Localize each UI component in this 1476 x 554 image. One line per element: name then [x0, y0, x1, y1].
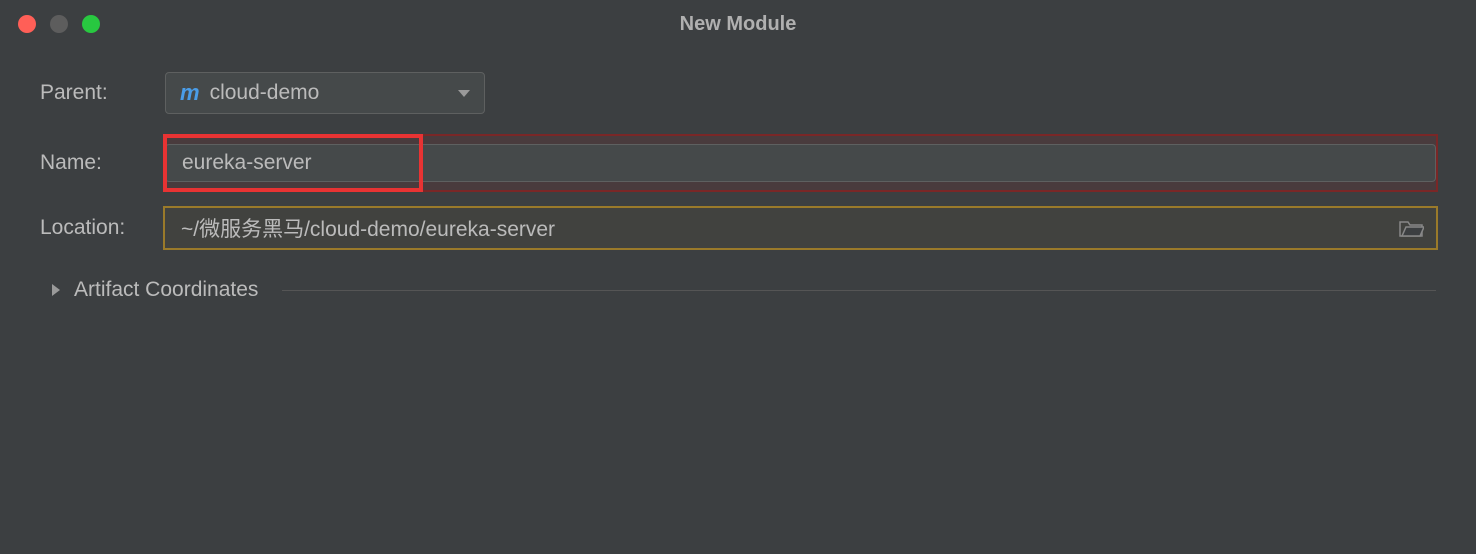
location-row: Location:: [40, 212, 1436, 244]
name-input[interactable]: [165, 144, 1436, 182]
parent-row: Parent: m cloud-demo: [40, 72, 1436, 114]
location-label: Location:: [40, 216, 165, 240]
titlebar: New Module: [0, 0, 1476, 48]
close-window-button[interactable]: [18, 15, 36, 33]
name-field-wrap: [165, 144, 1436, 182]
artifact-coordinates-section: Artifact Coordinates: [40, 278, 1436, 302]
name-label: Name:: [40, 151, 165, 175]
parent-dropdown[interactable]: m cloud-demo: [165, 72, 485, 114]
name-row: Name:: [40, 144, 1436, 182]
traffic-lights: [18, 15, 100, 33]
chevron-down-icon: [458, 90, 470, 97]
expand-triangle-icon[interactable]: [52, 284, 60, 296]
location-input[interactable]: [165, 212, 1398, 244]
artifact-coordinates-label: Artifact Coordinates: [74, 278, 258, 302]
minimize-window-button[interactable]: [50, 15, 68, 33]
location-field-wrap: [165, 212, 1436, 244]
maximize-window-button[interactable]: [82, 15, 100, 33]
folder-browse-icon[interactable]: [1398, 218, 1424, 238]
divider-line: [282, 290, 1436, 291]
maven-icon: m: [180, 80, 200, 106]
window-title: New Module: [680, 13, 797, 36]
content-area: Parent: m cloud-demo Name: Location:: [0, 48, 1476, 302]
parent-label: Parent:: [40, 81, 165, 105]
parent-dropdown-value: cloud-demo: [210, 81, 448, 105]
